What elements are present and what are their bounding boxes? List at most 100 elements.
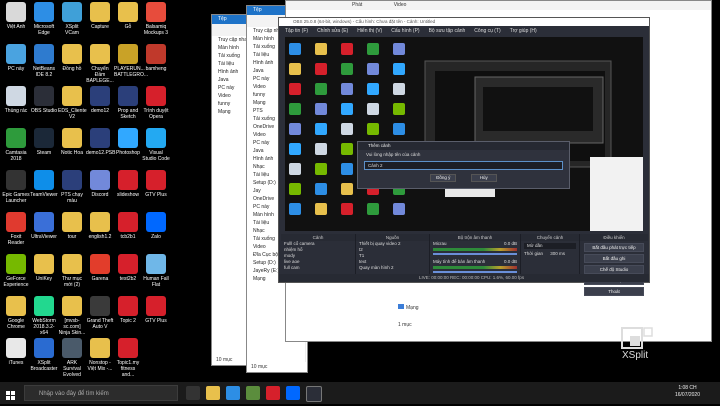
desktop-icon[interactable]: UltraViewer <box>30 212 58 240</box>
desktop-icon[interactable]: Gỗ <box>114 2 142 30</box>
control-button[interactable]: Bắt đầu ghi <box>584 254 644 263</box>
search-box[interactable]: Nhập vào đây để tìm kiếm <box>24 385 178 401</box>
network-icon <box>398 304 404 309</box>
desktop-icon[interactable]: XSplit Broadcaster <box>30 338 58 372</box>
control-button[interactable]: Bắt đầu phát trực tiếp <box>584 243 644 252</box>
transition-duration[interactable]: Thời gian 300 ms <box>521 251 579 257</box>
desktop-icon[interactable]: demo12 <box>86 86 114 114</box>
desktop-icon[interactable]: [mvsb-sc.com] Ninja Skin... <box>58 296 86 336</box>
cancel-button[interactable]: Hủy <box>470 174 497 182</box>
desktop-icon[interactable]: XSplit VCam <box>58 2 86 36</box>
store-taskbar-icon[interactable] <box>246 386 260 400</box>
desktop-icon[interactable]: Topic 2 <box>114 296 142 324</box>
tab-video[interactable]: Video <box>394 2 407 8</box>
tab-file[interactable]: Tệp <box>218 16 227 22</box>
zalo-taskbar-icon[interactable] <box>286 386 300 400</box>
desktop-icon[interactable]: GTV Plus <box>142 170 170 198</box>
desktop-icon[interactable]: Zalo <box>142 212 170 240</box>
desktop-volume-slider[interactable] <box>433 271 517 273</box>
file-explorer-taskbar-icon[interactable] <box>206 386 220 400</box>
desktop-icon[interactable]: Visual Studio Code <box>142 128 170 162</box>
desktop-icon[interactable]: TeamViewer <box>30 170 58 198</box>
desktop-icon[interactable]: Capture <box>86 2 114 30</box>
desktop-icon[interactable]: Balsamiq Mockups 3 <box>142 2 170 36</box>
desktop-icon[interactable]: Việt Anh <box>2 2 30 30</box>
desktop-icon[interactable]: Notic Hoa <box>58 128 86 156</box>
network-label[interactable]: Mạng <box>398 304 419 311</box>
desktop-icon[interactable]: iTunes <box>2 338 30 366</box>
source-item[interactable]: Quay màn hình 2 <box>356 265 429 271</box>
scene-item[interactable]: full cam <box>281 265 355 271</box>
desktop-icon[interactable]: EDS_Cliente V2 <box>58 86 87 120</box>
task-view-icon[interactable] <box>186 386 200 400</box>
obs-menu-item[interactable]: Cấu hình (P) <box>391 28 419 34</box>
desktop-icon[interactable]: Đồng hồ <box>58 44 86 72</box>
desktop-icon-label: XSplit VCam <box>65 24 79 36</box>
app-icon <box>62 2 82 22</box>
transitions-header: Chuyển cảnh <box>521 234 579 241</box>
desktop-icon[interactable]: bamheng <box>142 44 170 72</box>
desktop-icon-label: Grand Theft Auto V <box>86 318 114 330</box>
desktop-icon[interactable]: GTV Plus <box>142 296 170 324</box>
desktop-icon-label: slideshow <box>117 192 139 198</box>
obs-preview[interactable] <box>285 37 643 231</box>
explorer-ribbon-tabs[interactable]: Phát Video <box>286 1 711 10</box>
edge-taskbar-icon[interactable] <box>226 386 240 400</box>
desktop-icon[interactable]: english1.2 <box>86 212 114 240</box>
obs-menu-item[interactable]: Bộ sưu tập cảnh <box>429 28 466 34</box>
desktop-icon[interactable]: PTS chạy màu <box>58 170 86 204</box>
obs-menu-item[interactable]: Trợ giúp (H) <box>510 28 537 34</box>
start-button[interactable] <box>6 388 16 400</box>
desktop-icon[interactable]: GeForce Experience <box>2 254 30 288</box>
desktop-icon[interactable]: tcb2b1 <box>114 212 142 240</box>
desktop-icon[interactable]: Google Chrome <box>2 296 30 330</box>
desktop-icon[interactable]: test2b2 <box>114 254 142 282</box>
desktop: Việt Anh Microsoft Edge XSplit VCam Capture… <box>0 0 720 382</box>
desktop-icon[interactable]: UniKey <box>30 254 58 282</box>
desktop-icon[interactable]: Grand Theft Auto V <box>86 296 114 330</box>
control-button[interactable]: Chế độ Studio <box>584 265 644 274</box>
obs-menu-item[interactable]: Công cụ (T) <box>474 28 500 34</box>
desktop-icon[interactable]: Thùng rác <box>2 86 30 114</box>
desktop-icon[interactable]: PC này <box>2 44 30 72</box>
desktop-icon[interactable]: Topic1.my fitness and... <box>114 338 142 378</box>
desktop-icon[interactable]: Chuyển Đầm BAPLEGE... <box>86 44 114 84</box>
desktop-icon[interactable]: Garena <box>86 254 114 282</box>
obs-taskbar-icon[interactable] <box>306 386 322 402</box>
tab-file[interactable]: Tệp <box>253 7 262 13</box>
desktop-icon[interactable]: Nonstop - Việt Mix -... <box>86 338 114 372</box>
desktop-icon[interactable]: Foxit Reader <box>2 212 30 246</box>
transition-select[interactable]: Mờ dần <box>524 243 576 249</box>
desktop-icon[interactable]: Trình duyệt Opera <box>142 86 170 120</box>
obs-menu-item[interactable]: Tập tin (F) <box>285 28 308 34</box>
desktop-icon[interactable]: PLAYERUN... BATTLEGRO... <box>114 44 148 78</box>
desktop-icon[interactable]: Human Fall Flat <box>142 254 170 288</box>
preview-icon <box>289 203 301 215</box>
app-icon <box>90 128 110 148</box>
desktop-icon[interactable]: Camtasia 2018 <box>2 128 30 162</box>
desktop-icon[interactable]: demo12.PSB <box>86 128 115 156</box>
preview-icon <box>289 103 301 115</box>
mic-volume-slider[interactable] <box>433 253 517 255</box>
desktop-icon[interactable]: Discord <box>86 170 114 198</box>
tab-play[interactable]: Phát <box>352 2 362 8</box>
desktop-icon[interactable]: WebStorm 2018.3.2-x64 <box>30 296 58 336</box>
opera-taskbar-icon[interactable] <box>266 386 280 400</box>
desktop-icon[interactable]: ARK Survival Evolved <box>58 338 86 378</box>
obs-menu-item[interactable]: Hiển thị (V) <box>357 28 382 34</box>
desktop-icon[interactable]: OBS Studio <box>30 86 58 114</box>
desktop-icon[interactable]: Prop and Sketch <box>114 86 142 120</box>
desktop-icon[interactable]: Photoshop <box>114 128 142 156</box>
desktop-icon[interactable]: Thư mục mới (2) <box>58 254 86 288</box>
ok-button[interactable]: Đồng ý <box>430 174 457 182</box>
control-button[interactable]: Thoát <box>584 287 644 296</box>
desktop-icon[interactable]: slideshow <box>114 170 142 198</box>
desktop-icon[interactable]: Microsoft Edge <box>30 2 58 36</box>
desktop-icon[interactable]: NetBeans IDE 8.2 <box>30 44 58 78</box>
clock[interactable]: 1:08 CH 16/07/2020 <box>675 385 700 399</box>
desktop-icon[interactable]: Epic Games Launcher <box>2 170 30 204</box>
desktop-icon[interactable]: Steam <box>30 128 58 156</box>
desktop-icon[interactable]: tour <box>58 212 86 240</box>
obs-menu-item[interactable]: Chỉnh sửa (E) <box>317 28 348 34</box>
app-icon <box>34 170 54 190</box>
